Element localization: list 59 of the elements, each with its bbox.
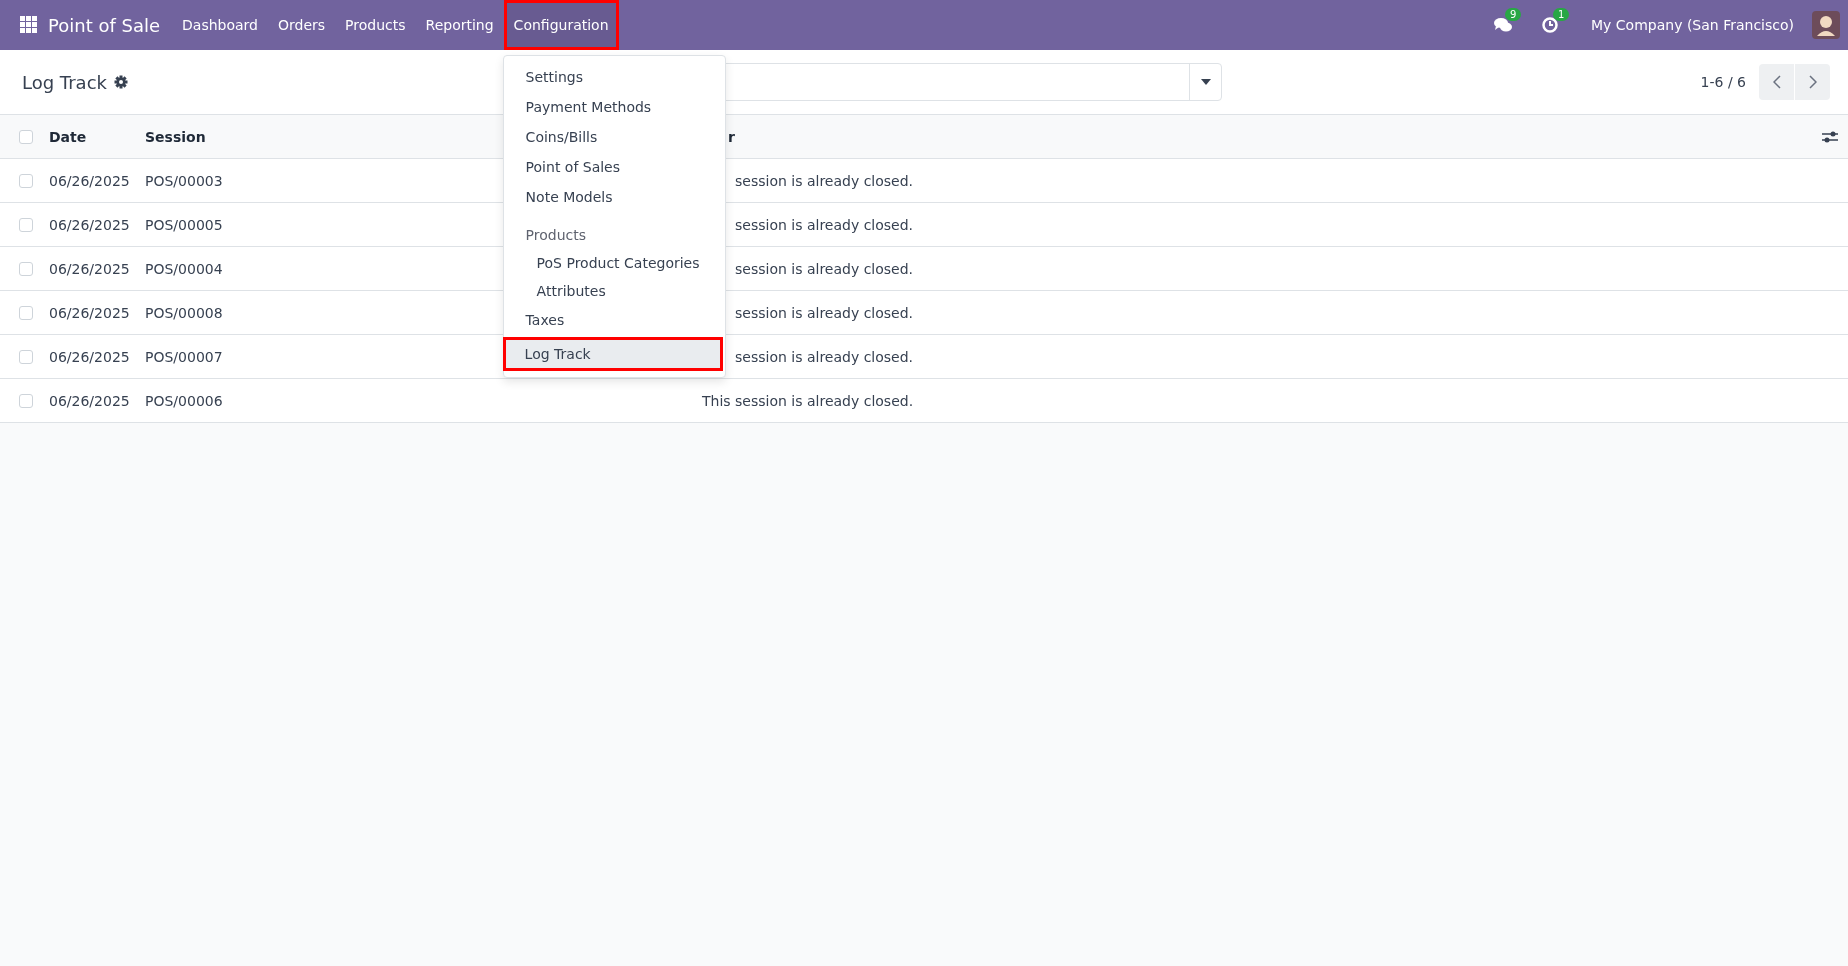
table-cell: POS/00008 [145,304,223,321]
user-avatar[interactable] [1812,11,1840,39]
sliders-icon[interactable] [1822,129,1838,144]
chat-icon[interactable] [1493,16,1514,34]
table-cell: POS/00006 [145,392,223,409]
app-name[interactable]: Point of Sale [48,14,161,36]
table-cell: 06/26/2025 [49,392,130,409]
gear-icon[interactable] [114,75,128,89]
app-grid-icon[interactable] [20,16,38,34]
menu-section-header: Products [524,226,588,245]
nav-menu-item[interactable]: Products [335,0,416,50]
table-cell: session is already closed. [735,172,914,189]
table-cell: POS/00007 [145,348,223,365]
table-cell: POS/00005 [145,216,223,233]
table-cell: session is already closed. [735,304,914,321]
nav-menu-item[interactable]: Reporting [415,0,504,50]
table-cell: 06/26/2025 [49,216,130,233]
table-cell: 06/26/2025 [49,172,130,189]
dropdown-item[interactable]: Taxes [503,305,725,335]
column-header[interactable]: Session [145,128,206,145]
page-title: Log Track [22,71,107,93]
table-cell: session is already closed. [735,348,914,365]
dropdown-item[interactable]: PoS Product Categories [503,249,725,277]
message-count-badge: 9 [1505,8,1522,21]
select-all-checkbox[interactable] [19,129,33,144]
row-checkbox[interactable] [19,261,33,276]
dropdown-item[interactable]: Attributes [503,277,725,305]
dropdown-item[interactable]: Point of Sales [503,152,725,182]
row-checkbox[interactable] [19,173,33,188]
row-checkbox[interactable] [19,349,33,364]
column-header[interactable]: Date [49,128,87,145]
dropdown-item[interactable]: Note Models [503,182,725,212]
row-checkbox[interactable] [19,305,33,320]
table-cell: 06/26/2025 [49,304,130,321]
company-switcher[interactable]: My Company (San Francisco) [1591,17,1794,33]
dropdown-item[interactable]: Settings [503,62,725,92]
previous-page-button[interactable] [1759,64,1794,100]
next-page-button[interactable] [1795,64,1830,100]
pager-value[interactable]: 1-6 / 6 [1700,74,1746,90]
chevron-right-icon [1808,75,1817,89]
row-checkbox[interactable] [19,393,33,408]
table-cell: session is already closed. [735,260,914,277]
nav-menu-item[interactable]: Dashboard [172,0,268,50]
dropdown-item[interactable]: Log Track [502,337,723,371]
activity-count-badge: 1 [1553,8,1570,21]
chevron-left-icon [1772,75,1781,89]
dropdown-item[interactable]: Coins/Bills [503,122,725,152]
column-header[interactable]: r [728,128,735,145]
table-cell: 06/26/2025 [49,260,130,277]
caret-icon [1200,79,1211,85]
row-checkbox[interactable] [19,217,33,232]
table-cell: This session is already closed. [702,392,914,409]
table-cell: 06/26/2025 [49,348,130,365]
table-cell: POS/00004 [145,260,223,277]
table-cell: POS/00003 [145,172,223,189]
dropdown-item[interactable]: Payment Methods [503,92,725,122]
nav-menu-item[interactable]: Orders [268,0,336,50]
table-cell: session is already closed. [735,216,914,233]
clock-icon[interactable] [1541,16,1560,34]
